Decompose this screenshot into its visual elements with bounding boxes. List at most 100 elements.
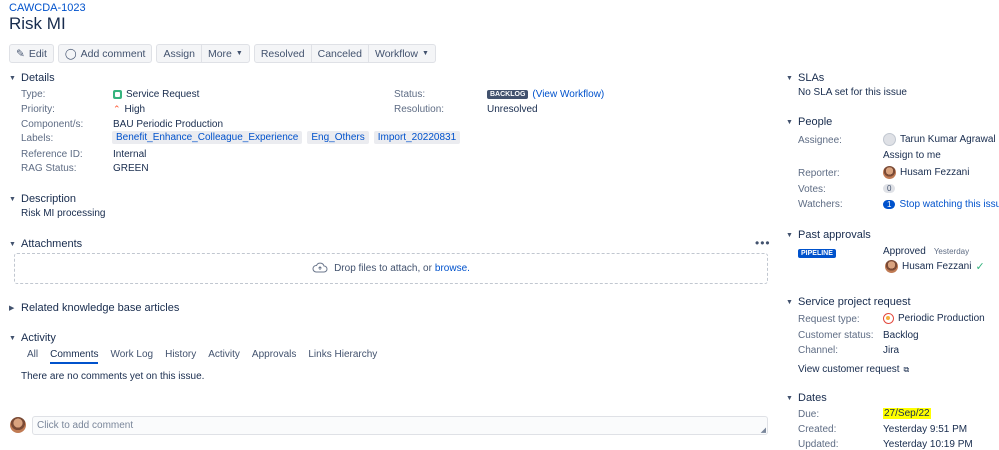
attachments-menu-icon[interactable]: ••• bbox=[755, 236, 771, 250]
assignee-value[interactable]: Tarun Kumar Agrawal bbox=[883, 133, 996, 146]
status-lozenge: BACKLOG bbox=[487, 90, 529, 99]
customer-status-value: Backlog bbox=[883, 330, 919, 341]
component-link[interactable]: BAU Periodic Production bbox=[113, 119, 223, 130]
watchers-label: Watchers: bbox=[798, 199, 843, 210]
add-comment-button[interactable]: ◯ Add comment bbox=[57, 44, 153, 63]
resolved-button[interactable]: Resolved bbox=[253, 44, 312, 63]
description-toggle[interactable]: ▼ Description bbox=[9, 193, 76, 205]
reporter-label: Reporter: bbox=[798, 168, 840, 179]
approver[interactable]: Husam Fezzani ✓ bbox=[885, 260, 985, 273]
customer-status-label: Customer status: bbox=[798, 330, 874, 341]
type-label: Type: bbox=[21, 89, 46, 100]
chevron-down-icon: ▼ bbox=[786, 231, 793, 239]
slas-toggle[interactable]: ▼ SLAs bbox=[786, 72, 824, 84]
rag-status-label: RAG Status: bbox=[21, 163, 77, 174]
updated-value: Yesterday 10:19 PM bbox=[883, 439, 973, 450]
approval-badge: PIPELINE bbox=[798, 246, 836, 258]
no-sla-text: No SLA set for this issue bbox=[798, 87, 907, 98]
no-comments-text: There are no comments yet on this issue. bbox=[21, 371, 205, 382]
rag-status-value: GREEN bbox=[113, 163, 149, 174]
past-approvals-toggle[interactable]: ▼ Past approvals bbox=[786, 229, 871, 241]
chevron-right-icon: ▶ bbox=[9, 305, 15, 312]
edit-button[interactable]: ✎ Edit bbox=[9, 44, 54, 63]
cloud-upload-icon bbox=[312, 262, 328, 276]
watchers-value: 1 Stop watching this issue bbox=[883, 199, 999, 210]
label-tag[interactable]: Eng_Others bbox=[307, 131, 369, 144]
stop-watching-link[interactable]: Stop watching this issue bbox=[899, 199, 999, 210]
tab-comments[interactable]: Comments bbox=[50, 349, 99, 364]
assign-button[interactable]: Assign bbox=[156, 44, 202, 63]
chevron-down-icon: ▼ bbox=[235, 50, 243, 57]
due-value: 27/Sep/22 bbox=[883, 408, 931, 419]
chevron-down-icon: ▼ bbox=[9, 240, 16, 248]
knowledge-base-toggle[interactable]: ▶ Related knowledge base articles bbox=[9, 302, 179, 314]
priority-high-icon: ⌃ bbox=[113, 104, 121, 114]
reference-id-label: Reference ID: bbox=[21, 149, 83, 160]
service-request-icon bbox=[113, 90, 122, 99]
votes-value[interactable]: 0 bbox=[883, 184, 896, 193]
reporter-value[interactable]: Husam Fezzani bbox=[883, 166, 969, 179]
tab-work-log[interactable]: Work Log bbox=[110, 349, 153, 364]
tab-activity[interactable]: Activity bbox=[208, 349, 240, 364]
updated-label: Updated: bbox=[798, 439, 839, 450]
view-customer-request-link[interactable]: View customer request ⧉ bbox=[798, 364, 909, 375]
label-tag[interactable]: Import_20220831 bbox=[373, 131, 461, 144]
assignee-label: Assignee: bbox=[798, 135, 842, 146]
attachments-toggle[interactable]: ▼ Attachments bbox=[9, 238, 82, 250]
tab-history[interactable]: History bbox=[165, 349, 196, 364]
created-value: Yesterday 9:51 PM bbox=[883, 424, 968, 435]
service-request-toggle[interactable]: ▼ Service project request bbox=[786, 296, 911, 308]
external-link-icon: ⧉ bbox=[903, 364, 910, 374]
avatar bbox=[883, 133, 896, 146]
approval-status: Approved Yesterday bbox=[883, 246, 970, 257]
assign-to-me-link[interactable]: Assign to me bbox=[883, 150, 941, 161]
chevron-down-icon: ▼ bbox=[421, 50, 429, 57]
attachment-dropzone[interactable]: Drop files to attach, or browse. bbox=[14, 253, 768, 284]
issue-title[interactable]: Risk MI bbox=[9, 14, 66, 34]
due-label: Due: bbox=[798, 409, 820, 420]
add-comment-input[interactable]: Click to add comment ◢ bbox=[32, 416, 768, 435]
label-tag[interactable]: Benefit_Enhance_Colleague_Experience bbox=[112, 131, 303, 144]
reference-id-value: Internal bbox=[113, 149, 147, 160]
workflow-button[interactable]: Workflow ▼ bbox=[368, 44, 436, 63]
periodic-production-icon bbox=[883, 313, 894, 324]
activity-tabs: All Comments Work Log History Activity A… bbox=[27, 349, 377, 364]
labels-label: Labels: bbox=[21, 133, 54, 144]
chevron-down-icon: ▼ bbox=[786, 118, 793, 126]
issue-key-link[interactable]: CAWCDA-1023 bbox=[9, 2, 86, 14]
watchers-count-badge: 1 bbox=[883, 200, 896, 209]
priority-label: Priority: bbox=[21, 104, 55, 115]
chevron-down-icon: ▼ bbox=[786, 394, 793, 402]
description-text[interactable]: Risk MI processing bbox=[21, 208, 105, 219]
activity-toggle[interactable]: ▼ Activity bbox=[9, 332, 56, 344]
more-button[interactable]: More ▼ bbox=[200, 44, 250, 63]
votes-count-badge: 0 bbox=[883, 184, 896, 193]
tab-links-hierarchy[interactable]: Links Hierarchy bbox=[308, 349, 377, 364]
resize-handle-icon[interactable]: ◢ bbox=[761, 426, 766, 434]
chevron-down-icon: ▼ bbox=[786, 74, 793, 82]
resolution-value: Unresolved bbox=[487, 104, 538, 115]
browse-link[interactable]: browse. bbox=[435, 263, 470, 274]
avatar bbox=[885, 260, 898, 273]
request-type-label: Request type: bbox=[798, 314, 860, 325]
type-value: Service Request bbox=[113, 89, 199, 100]
comment-icon: ◯ bbox=[64, 47, 77, 60]
dates-toggle[interactable]: ▼ Dates bbox=[786, 392, 827, 404]
view-workflow-link[interactable]: (View Workflow) bbox=[532, 89, 604, 100]
tab-all[interactable]: All bbox=[27, 349, 38, 364]
due-date-highlight: 27/Sep/22 bbox=[883, 408, 931, 419]
tab-approvals[interactable]: Approvals bbox=[252, 349, 296, 364]
resolution-label: Resolution: bbox=[394, 104, 445, 115]
created-label: Created: bbox=[798, 424, 837, 435]
chevron-down-icon: ▼ bbox=[9, 195, 16, 203]
transition-group: Resolved Canceled Workflow ▼ bbox=[253, 44, 436, 63]
status-label: Status: bbox=[394, 89, 426, 100]
canceled-button[interactable]: Canceled bbox=[310, 44, 369, 63]
details-toggle[interactable]: ▼ Details bbox=[9, 72, 55, 84]
votes-label: Votes: bbox=[798, 184, 826, 195]
avatar bbox=[883, 166, 896, 179]
people-toggle[interactable]: ▼ People bbox=[786, 116, 832, 128]
priority-value: ⌃ High bbox=[113, 104, 146, 115]
issue-toolbar: ✎ Edit ◯ Add comment Assign More ▼ Resolv… bbox=[9, 44, 440, 63]
channel-label: Channel: bbox=[798, 345, 839, 356]
